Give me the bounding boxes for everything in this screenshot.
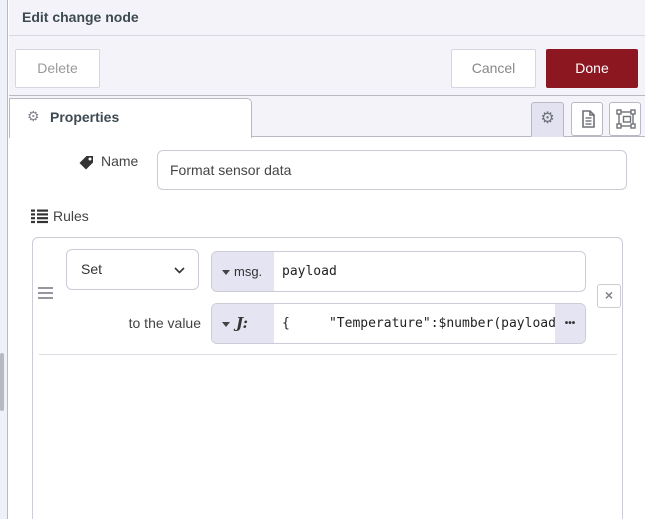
workspace-edge: [0, 0, 7, 519]
rule-action-select[interactable]: Set: [66, 249, 199, 290]
dialog-button-bar: Delete Cancel Done: [9, 36, 645, 96]
rules-list: Set msg. ×: [32, 237, 623, 519]
vertical-scrollbar[interactable]: [0, 353, 4, 411]
property-input[interactable]: [274, 252, 587, 291]
name-input[interactable]: [157, 150, 627, 190]
name-label: Name: [101, 153, 138, 169]
dialog-title: Edit change node: [22, 0, 139, 35]
list-icon: [31, 209, 48, 224]
edit-change-node-dialog: Edit change node Delete Cancel Done ⚙: [0, 0, 651, 519]
edit-tray: Edit change node Delete Cancel Done ⚙: [7, 0, 645, 519]
jsonata-expression-icon: J:: [236, 304, 248, 343]
done-button[interactable]: Done: [546, 49, 638, 88]
gear-icon: ⚙: [27, 108, 40, 125]
tab-properties-label: Properties: [50, 99, 119, 136]
tag-icon: [79, 155, 94, 170]
gear-icon: ⚙: [532, 103, 563, 135]
cancel-button[interactable]: Cancel: [451, 49, 536, 88]
dialog-header: Edit change node: [9, 0, 645, 36]
expression-input[interactable]: [274, 304, 557, 343]
rule-property-typedinput: msg.: [211, 251, 586, 292]
rule-separator: [39, 354, 617, 355]
remove-rule-button[interactable]: ×: [597, 284, 621, 308]
appearance-icon: [610, 103, 640, 135]
caret-down-icon: [222, 322, 230, 327]
to-value-label: to the value: [113, 315, 201, 331]
rule-value-typedinput: J: •••: [211, 303, 586, 344]
rules-label: Rules: [53, 208, 89, 224]
tab-button-properties[interactable]: ⚙: [531, 102, 564, 137]
caret-down-icon: [222, 270, 230, 275]
chevron-down-icon: [174, 267, 185, 274]
tab-button-description[interactable]: [571, 102, 603, 136]
delete-button[interactable]: Delete: [15, 49, 100, 88]
properties-panel: Name Rules Set: [9, 137, 645, 519]
tab-bar: ⚙: [9, 96, 645, 137]
tab-properties[interactable]: ⚙ Properties: [9, 98, 252, 138]
expand-expression-button[interactable]: •••: [555, 304, 585, 343]
property-type-button[interactable]: msg.: [212, 252, 274, 291]
tray-inner: Edit change node Delete Cancel Done ⚙: [9, 0, 645, 519]
description-icon: [572, 103, 602, 135]
property-type-label: msg.: [234, 252, 262, 291]
value-type-button[interactable]: J:: [212, 304, 274, 343]
rule-action-value: Set: [81, 261, 102, 277]
tab-button-appearance[interactable]: [609, 102, 641, 136]
drag-handle-icon[interactable]: [38, 287, 54, 300]
